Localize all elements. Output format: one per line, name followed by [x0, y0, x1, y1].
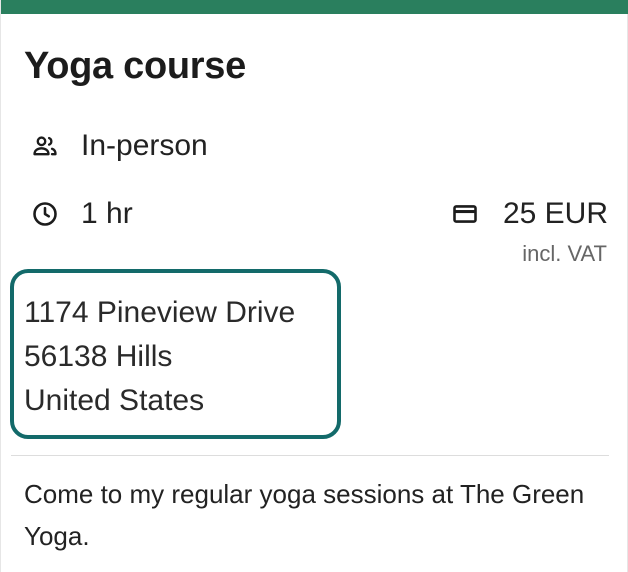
event-price-row: 25 EUR	[451, 196, 608, 232]
event-card: Yoga course In-person 1 hr 25 EUR incl. …	[0, 0, 628, 572]
people-icon	[31, 132, 59, 160]
event-format-row: In-person	[31, 128, 208, 164]
event-description: Come to my regular yoga sessions at The …	[24, 479, 585, 551]
address-country: United States	[24, 384, 205, 417]
card-accent-bar	[1, 0, 628, 14]
price-vat-note: incl. VAT	[522, 241, 607, 266]
address-street: 1174 Pineview Drive	[24, 296, 296, 329]
event-title: Yoga course	[24, 45, 246, 87]
credit-card-icon	[451, 200, 479, 228]
event-duration-row: 1 hr	[31, 196, 133, 232]
event-price-label: 25 EUR	[502, 197, 608, 230]
address-city: 56138 Hills	[24, 340, 173, 373]
event-format-label: In-person	[81, 129, 208, 162]
card-divider	[11, 455, 609, 456]
event-duration-label: 1 hr	[81, 197, 133, 230]
clock-icon	[31, 200, 59, 228]
